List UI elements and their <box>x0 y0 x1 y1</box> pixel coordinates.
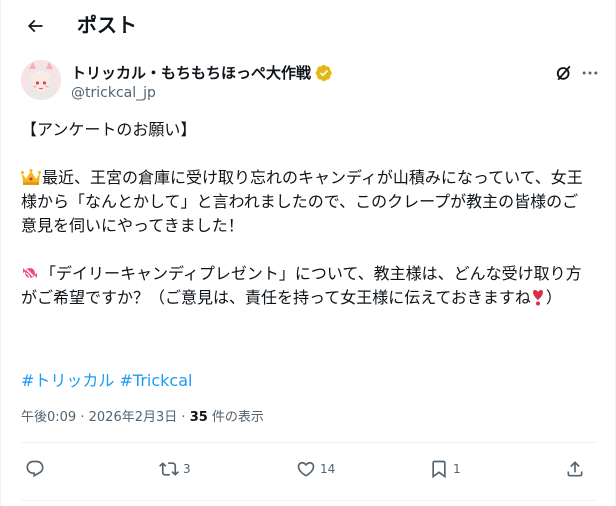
author-name-row: トリッカル・もちもちほっぺ大作戦 <box>71 63 333 83</box>
post-meta: 午後0:09 · 2026年2月3日 · 35 件の表示 <box>21 408 264 428</box>
back-button[interactable] <box>17 8 53 44</box>
more-button[interactable] <box>579 62 601 84</box>
hashtags: #トリッカル #Trickcal <box>21 369 192 393</box>
candy-icon <box>23 268 37 279</box>
post-author: トリッカル・もちもちほっぺ大作戦 @trickcal_jp <box>21 60 601 108</box>
verified-badge-icon <box>315 64 332 82</box>
grok-icon <box>556 65 571 81</box>
like-icon <box>297 461 315 477</box>
post-paragraph-2-end: ） <box>545 288 562 307</box>
reply-button[interactable] <box>25 459 49 479</box>
avatar[interactable] <box>21 60 61 100</box>
views-count: 35 <box>189 410 208 425</box>
post-date[interactable]: 2026年2月3日 <box>89 410 178 425</box>
meta-dot: · <box>181 410 186 425</box>
post-paragraph-1: 最近、王宮の倉庫に受け取り忘れのキャンディが山積みになっていて、女王様から「なん… <box>21 166 593 238</box>
display-name[interactable]: トリッカル・もちもちほっぺ大作戦 <box>71 63 311 83</box>
retweet-icon <box>159 462 179 476</box>
page-header: ポスト <box>1 0 616 53</box>
divider <box>21 500 597 501</box>
post-paragraph-2: 「デイリーキャンディプレゼント」について、教主様は、どんな受け取り方がご希望です… <box>21 262 593 310</box>
post-paragraph-2-text: 「デイリーキャンディプレゼント」について、教主様は、どんな受け取り方がご希望です… <box>21 264 582 307</box>
grok-button[interactable] <box>553 62 575 84</box>
bookmark-icon <box>432 460 446 479</box>
views-label: 件の表示 <box>211 410 264 425</box>
page-title: ポスト <box>77 13 137 37</box>
retweet-button[interactable]: 3 <box>159 459 191 479</box>
more-icon <box>582 71 598 75</box>
post-paragraph-1-text: 最近、王宮の倉庫に受け取り忘れのキャンディが山積みになっていて、女王様から「なん… <box>21 168 583 235</box>
action-bar: 3 14 1 <box>21 455 593 487</box>
hashtag-link[interactable]: #トリッカル <box>21 371 114 390</box>
post-time[interactable]: 午後0:09 <box>21 410 76 425</box>
post-heading: 【アンケートのお願い】 <box>21 120 197 139</box>
bookmark-button[interactable]: 1 <box>429 459 461 479</box>
post-text: 【アンケートのお願い】 最近、王宮の倉庫に受け取り忘れのキャンディが山積みになっ… <box>21 118 593 310</box>
author-handle[interactable]: @trickcal_jp <box>71 84 156 102</box>
post-detail-page: ポスト トリッカル・もちもちほっぺ大作戦 @trickcal_jp 【アンケート… <box>0 0 616 506</box>
crown-icon <box>21 169 41 185</box>
heart-exclamation-icon <box>532 290 543 306</box>
meta-dot: · <box>80 410 85 425</box>
divider <box>21 442 597 443</box>
share-icon <box>567 461 583 477</box>
avatar-image <box>21 60 61 100</box>
share-button[interactable] <box>565 459 585 479</box>
retweet-count: 3 <box>183 462 191 476</box>
like-count: 14 <box>320 462 336 476</box>
back-arrow-icon <box>27 19 43 33</box>
like-button[interactable]: 14 <box>296 459 335 479</box>
reply-icon <box>26 460 44 478</box>
hashtag-link[interactable]: #Trickcal <box>120 371 193 390</box>
bookmark-count: 1 <box>453 462 461 476</box>
